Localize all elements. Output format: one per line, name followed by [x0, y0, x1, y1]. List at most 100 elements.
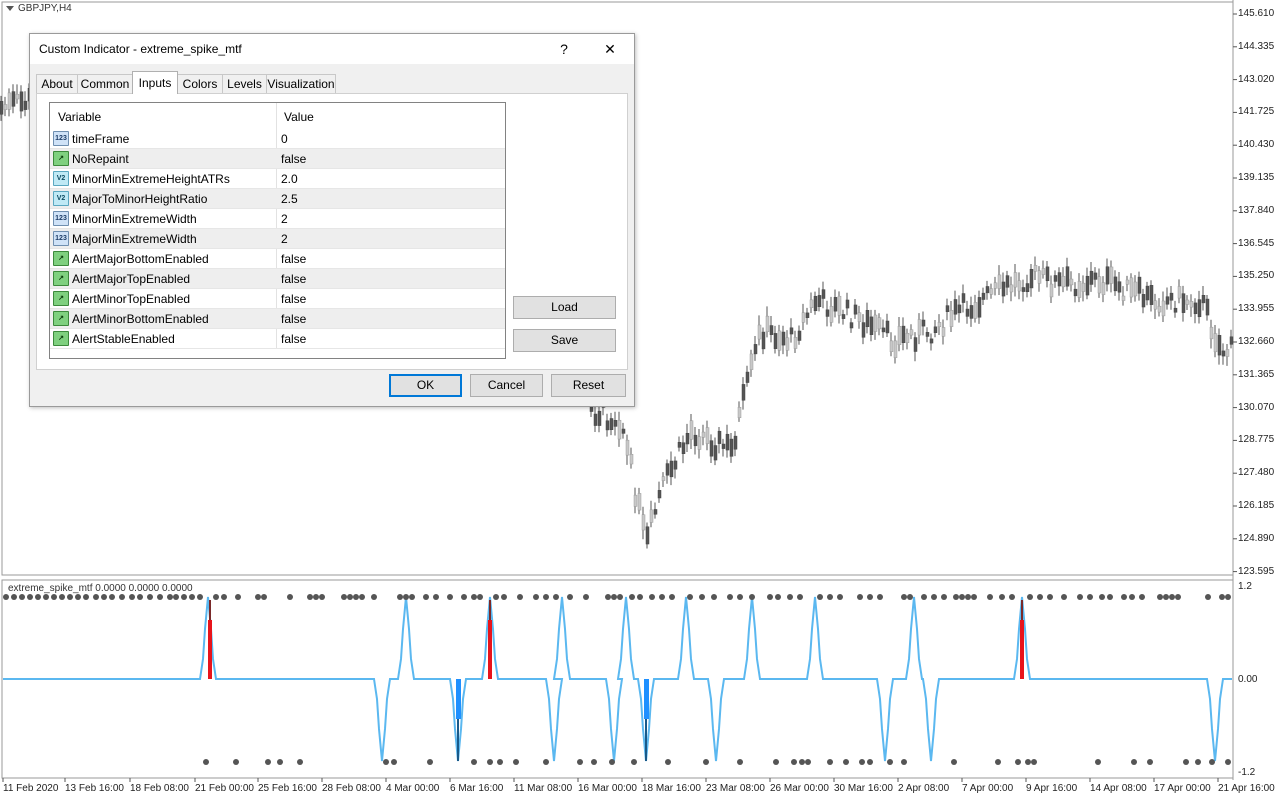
candle-body — [1117, 281, 1122, 293]
tab-inputs[interactable]: Inputs — [132, 71, 178, 94]
double-type-icon: V2 — [53, 171, 69, 186]
candle-body — [829, 306, 834, 323]
signal-dot — [921, 594, 927, 600]
time-tick-label: 6 Mar 16:00 — [450, 783, 504, 794]
ok-button[interactable]: OK — [389, 374, 462, 397]
load-button[interactable]: Load — [513, 296, 616, 319]
time-tick-label: 7 Apr 00:00 — [962, 783, 1014, 794]
candle-body — [1045, 266, 1050, 282]
input-value[interactable]: false — [281, 252, 306, 266]
candle-body — [1065, 266, 1070, 287]
tab-about[interactable]: About — [36, 74, 78, 93]
candle-body — [705, 427, 710, 444]
input-value[interactable]: false — [281, 312, 306, 326]
input-row[interactable]: ↗ NoRepaint false — [50, 149, 505, 169]
input-value[interactable]: 2.5 — [281, 192, 298, 206]
signal-dot — [665, 759, 671, 765]
signal-dot — [277, 759, 283, 765]
dialog-titlebar[interactable]: Custom Indicator - extreme_spike_mtf ? ✕ — [30, 34, 634, 64]
price-tick-label: 124.890 — [1238, 532, 1275, 544]
signal-dot — [1209, 759, 1215, 765]
input-value[interactable]: false — [281, 272, 306, 286]
input-row[interactable]: ↗ AlertMajorBottomEnabled false — [50, 249, 505, 269]
input-name: timeFrame — [72, 132, 130, 146]
double-type-icon: V2 — [53, 191, 69, 206]
candle-body — [737, 407, 742, 418]
candle-body — [1005, 275, 1010, 288]
chart-menu-arrow-icon[interactable] — [6, 5, 14, 11]
candle-body — [1077, 281, 1082, 298]
signal-dot — [353, 594, 359, 600]
candle-body — [1009, 284, 1014, 293]
signal-dot — [1131, 759, 1137, 765]
tab-common[interactable]: Common — [77, 74, 133, 93]
input-name: AlertMinorBottomEnabled — [72, 312, 209, 326]
close-icon[interactable]: ✕ — [600, 39, 620, 59]
candle-body — [961, 293, 966, 303]
input-row[interactable]: 123 timeFrame 0 — [50, 129, 505, 149]
indicator-tick-label: -1.2 — [1238, 767, 1256, 778]
input-row[interactable]: ↗ AlertMinorTopEnabled false — [50, 289, 505, 309]
time-tick-label: 2 Apr 08:00 — [898, 783, 950, 794]
signal-dot — [617, 594, 623, 600]
signal-dot — [605, 594, 611, 600]
input-value[interactable]: 2.0 — [281, 172, 298, 186]
input-value[interactable]: false — [281, 292, 306, 306]
signal-dot — [167, 594, 173, 600]
signal-dot — [471, 759, 477, 765]
tab-levels[interactable]: Levels — [222, 74, 267, 93]
input-row[interactable]: 123 MinorMinExtremeWidth 2 — [50, 209, 505, 229]
bool-type-icon: ↗ — [53, 271, 69, 286]
input-row[interactable]: ↗ AlertMinorBottomEnabled false — [50, 309, 505, 329]
save-button[interactable]: Save — [513, 329, 616, 352]
input-row[interactable]: V2 MajorToMinorHeightRatio 2.5 — [50, 189, 505, 209]
candle-body — [849, 322, 854, 329]
input-value[interactable]: 0 — [281, 132, 288, 146]
candle-body — [597, 410, 602, 426]
input-row[interactable]: ↗ AlertMajorTopEnabled false — [50, 269, 505, 289]
column-value[interactable]: Value — [284, 110, 314, 124]
signal-dot — [773, 759, 779, 765]
price-tick-label: 126.185 — [1238, 500, 1275, 511]
input-value[interactable]: 2 — [281, 212, 288, 226]
candle-body — [1193, 302, 1198, 315]
input-row[interactable]: 123 MajorMinExtremeWidth 2 — [50, 229, 505, 249]
signal-dot — [397, 594, 403, 600]
candle-body — [661, 476, 666, 481]
inputs-table[interactable]: Variable Value 123 timeFrame 0 ↗ NoRepaint fa… — [49, 102, 506, 359]
time-tick-label: 23 Mar 08:00 — [706, 783, 765, 794]
major-bottom-bar — [645, 719, 647, 761]
reset-button[interactable]: Reset — [551, 374, 626, 397]
candle-body — [997, 274, 1002, 289]
help-button[interactable]: ? — [554, 39, 574, 59]
signal-dot — [403, 594, 409, 600]
time-tick-label: 9 Apr 16:00 — [1026, 783, 1078, 794]
signal-dot — [433, 594, 439, 600]
input-name: AlertMinorTopEnabled — [72, 292, 191, 306]
time-tick-label: 30 Mar 16:00 — [834, 783, 893, 794]
candle-body — [1213, 333, 1218, 353]
column-variable[interactable]: Variable — [58, 110, 101, 124]
int-type-icon: 123 — [53, 131, 69, 146]
input-value[interactable]: false — [281, 332, 306, 346]
major-bottom-bar — [456, 679, 461, 719]
signal-dot — [213, 594, 219, 600]
candle-body — [877, 317, 882, 330]
signal-dot — [1147, 759, 1153, 765]
signal-dot — [703, 759, 709, 765]
candle-body — [609, 418, 614, 430]
candle-body — [1021, 287, 1026, 292]
signal-dot — [799, 759, 805, 765]
input-row[interactable]: V2 MinorMinExtremeHeightATRs 2.0 — [50, 169, 505, 189]
candle-body — [1137, 276, 1142, 294]
input-row[interactable]: ↗ AlertStableEnabled false — [50, 329, 505, 349]
input-value[interactable]: false — [281, 152, 306, 166]
signal-dot — [631, 759, 637, 765]
input-value[interactable]: 2 — [281, 232, 288, 246]
tab-visualization[interactable]: Visualization — [266, 74, 336, 93]
signal-dot — [101, 594, 107, 600]
candle-body — [1029, 269, 1034, 289]
candle-body — [897, 326, 902, 345]
cancel-button[interactable]: Cancel — [470, 374, 543, 397]
tab-colors[interactable]: Colors — [177, 74, 223, 93]
